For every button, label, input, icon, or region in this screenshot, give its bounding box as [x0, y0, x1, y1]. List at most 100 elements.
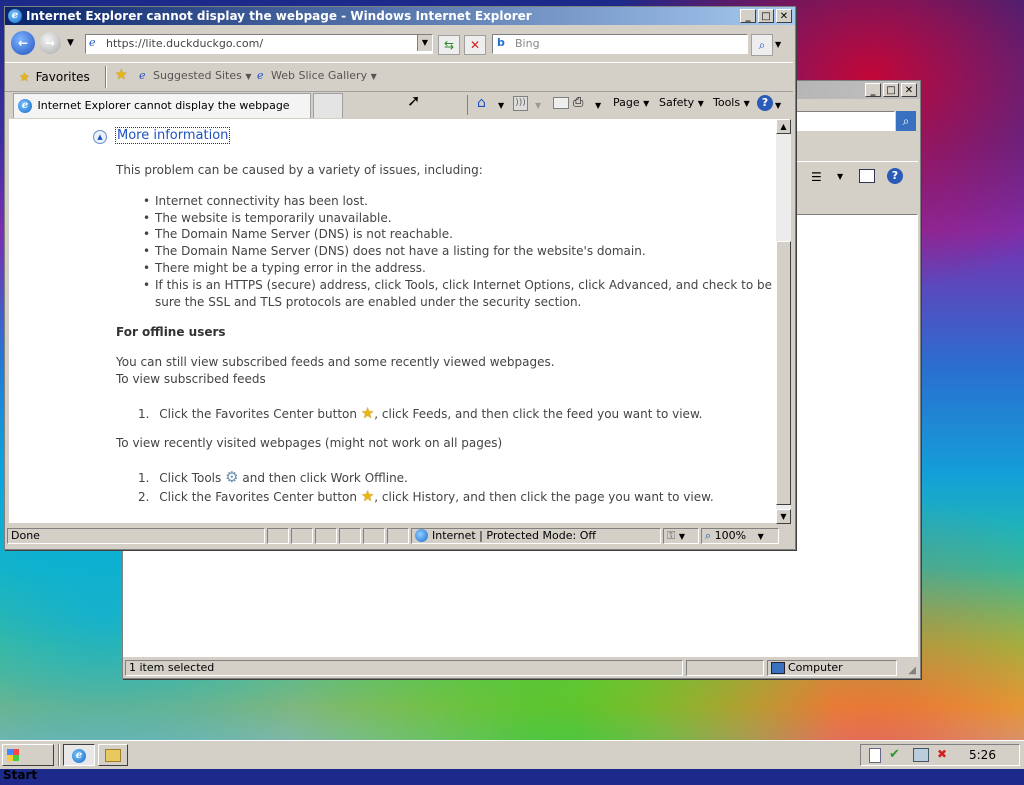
start-button[interactable]: Start: [2, 744, 54, 782]
address-input[interactable]: https://lite.duckduckgo.com/: [106, 37, 263, 50]
minimize-button[interactable]: _: [740, 9, 756, 23]
ie-logo-icon: e: [72, 748, 86, 763]
favorites-button[interactable]: ★ Favorites: [19, 66, 90, 88]
clock[interactable]: 5:26: [969, 748, 996, 762]
taskbar-ie-button[interactable]: e: [63, 744, 95, 766]
maximize-button[interactable]: □: [758, 9, 774, 23]
security-shield-icon[interactable]: ✔: [889, 747, 900, 762]
list-item: •: [143, 227, 151, 241]
read-mail-icon[interactable]: [553, 97, 569, 109]
back-arrow-icon: ←: [17, 36, 29, 50]
forward-button[interactable]: →: [39, 32, 61, 54]
address-dropdown-button[interactable]: ▼: [417, 35, 432, 51]
status-text: Done: [7, 528, 265, 544]
search-input[interactable]: Bing: [515, 37, 540, 50]
views-icon[interactable]: ☰: [811, 170, 822, 184]
favorites-separator: [105, 66, 107, 88]
vertical-scrollbar[interactable]: ▲ ▼: [776, 119, 791, 524]
scroll-up-button[interactable]: ▲: [776, 119, 791, 134]
volume-muted-icon[interactable]: ✖: [937, 747, 947, 761]
ie-statusbar: Done Internet | Protected Mode: Off ⚿ ▼ …: [5, 526, 793, 548]
print-icon[interactable]: ⎙: [573, 95, 583, 110]
list-item: The Domain Name Server (DNS) does not ha…: [155, 244, 646, 258]
explorer-search-input[interactable]: [793, 111, 895, 131]
help-icon[interactable]: ?: [757, 95, 773, 111]
chevron-down-icon[interactable]: ▼: [595, 101, 601, 110]
chevron-down-icon[interactable]: ▼: [775, 101, 781, 110]
collapse-icon[interactable]: ▲: [93, 130, 107, 144]
list-item: If this is an HTTPS (secure) address, cl…: [155, 278, 773, 292]
document-icon[interactable]: [869, 748, 881, 763]
web-slice-gallery-button[interactable]: e Web Slice Gallery ▼: [257, 69, 377, 82]
web-slice-gallery-label: Web Slice Gallery: [271, 69, 368, 82]
security-status[interactable]: ⚿ ▼: [663, 528, 699, 544]
scroll-thumb[interactable]: [776, 241, 791, 505]
network-icon[interactable]: [913, 748, 929, 762]
step-text-b: , click History, and then click the page…: [374, 490, 714, 504]
recent-heading: To view recently visited webpages (might…: [116, 436, 503, 450]
chevron-down-icon[interactable]: ▼: [498, 101, 504, 110]
minimize-button[interactable]: _: [865, 83, 881, 97]
tab-title: Internet Explorer cannot display the web…: [37, 99, 290, 112]
safety-menu-button[interactable]: Safety ▼: [659, 96, 704, 109]
recent-pages-chevron-icon[interactable]: ▼: [67, 38, 74, 48]
chevron-down-icon: ▼: [643, 99, 650, 108]
new-tab-button[interactable]: [313, 93, 343, 118]
system-tray: ✔ ✖ 5:26: [860, 744, 1020, 766]
resize-grip-icon[interactable]: ◢: [908, 665, 916, 676]
step-text-a: Click the Favorites Center button: [159, 490, 357, 504]
taskbar-explorer-button[interactable]: [98, 744, 128, 766]
maximize-button[interactable]: □: [883, 83, 899, 97]
explorer-column-header: [796, 194, 917, 215]
explorer-status-left: 1 item selected: [125, 660, 683, 676]
address-bar[interactable]: e https://lite.duckduckgo.com/ ▼: [85, 34, 433, 54]
chevron-down-icon: ▼: [743, 99, 750, 108]
chevron-down-icon[interactable]: ▼: [837, 172, 843, 181]
gear-icon: ⚙: [225, 468, 239, 486]
help-icon[interactable]: ?: [887, 168, 903, 184]
ie-titlebar[interactable]: e Internet Explorer cannot display the w…: [5, 7, 795, 25]
close-button[interactable]: ✕: [776, 9, 792, 23]
status-cell: [267, 528, 289, 544]
step-number: 1.: [138, 407, 150, 421]
close-button[interactable]: ✕: [901, 83, 917, 97]
refresh-button[interactable]: ⇆: [438, 35, 460, 55]
scroll-down-button[interactable]: ▼: [776, 509, 791, 524]
zoom-control[interactable]: ⌕ 100% ▼: [701, 528, 779, 544]
more-information-link[interactable]: More information: [115, 127, 231, 144]
zone-status[interactable]: Internet | Protected Mode: Off: [411, 528, 661, 544]
lock-icon: ⚿: [667, 529, 676, 542]
chevron-down-icon: ▼: [370, 72, 377, 81]
search-box[interactable]: b Bing: [492, 34, 748, 54]
search-icon[interactable]: ⌕: [896, 111, 916, 131]
zoom-icon: ⌕: [705, 529, 712, 542]
list-item: The Domain Name Server (DNS) is not reac…: [155, 227, 453, 241]
chevron-down-icon[interactable]: ▼: [535, 101, 541, 110]
zoom-level: 100%: [714, 529, 747, 542]
globe-icon: [415, 529, 428, 542]
ie-window[interactable]: e Internet Explorer cannot display the w…: [4, 6, 796, 550]
list-item: •: [143, 211, 151, 225]
explorer-status-right: Computer: [788, 661, 843, 674]
suggested-sites-label: Suggested Sites: [153, 69, 242, 82]
command-separator: [467, 95, 468, 115]
stop-button[interactable]: ✕: [464, 35, 486, 55]
home-icon[interactable]: ⌂: [477, 95, 486, 111]
add-to-favorites-icon[interactable]: ★: [115, 67, 128, 83]
suggested-sites-button[interactable]: e Suggested Sites ▼: [139, 69, 252, 82]
search-button[interactable]: ⌕: [751, 34, 773, 56]
back-button[interactable]: ←: [11, 31, 35, 55]
computer-icon: [771, 662, 785, 674]
search-options-chevron-icon[interactable]: ▼: [775, 40, 781, 49]
preview-pane-icon[interactable]: [859, 169, 875, 183]
favorites-center-star-icon: ★: [360, 487, 375, 505]
page-menu-button[interactable]: Page ▼: [613, 96, 649, 109]
list-item: The website is temporarily unavailable.: [155, 211, 392, 225]
tools-menu-button[interactable]: Tools ▼: [713, 96, 750, 109]
tab-active[interactable]: e Internet Explorer cannot display the w…: [13, 93, 311, 118]
chevron-down-icon: ▼: [757, 532, 764, 541]
list-item: There might be a typing error in the add…: [155, 261, 426, 275]
feeds-icon[interactable]: ))): [513, 96, 528, 111]
step-text-a: Click the Favorites Center button: [159, 407, 357, 421]
recent-step-2: 2. Click the Favorites Center button ★, …: [138, 487, 714, 505]
